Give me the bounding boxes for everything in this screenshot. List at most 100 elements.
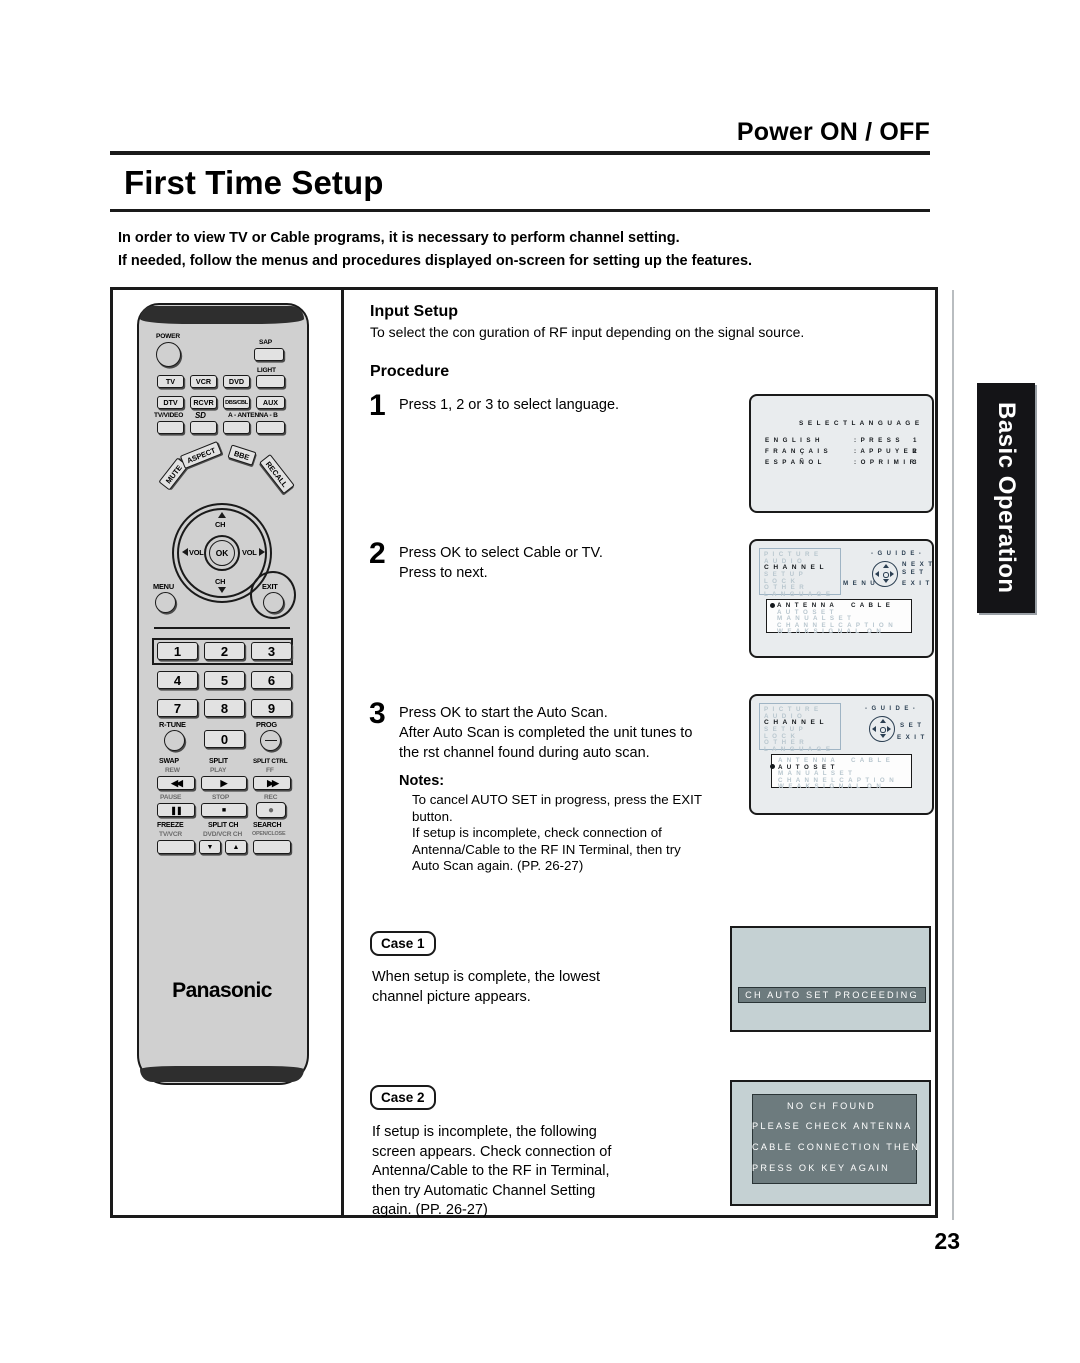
search-open-close-button[interactable] [253, 840, 291, 854]
remote-top-cap [140, 306, 304, 324]
osd3-selection-dot [770, 764, 775, 769]
rec-button[interactable]: ● [256, 802, 286, 818]
ch-up-arrow-icon[interactable] [218, 512, 226, 518]
number-7-button[interactable]: 7 [157, 699, 198, 717]
ff-button[interactable]: ▶▶ [253, 776, 291, 790]
tv-button[interactable]: TV [157, 375, 184, 388]
tv-video-button[interactable] [157, 421, 184, 434]
aux-button[interactable]: AUX [256, 396, 285, 409]
dvd-vcr-ch-label: DVD/VCR CH [203, 831, 243, 838]
case-1-status-bar: CH AUTO SET PROCEEDING [738, 987, 926, 1003]
record-icon: ● [267, 804, 275, 816]
remote-bottom-cap [140, 1066, 304, 1082]
step-3-body: Press OK to start the Auto Scan. After A… [399, 700, 702, 875]
number-1-button[interactable]: 1 [157, 642, 198, 660]
ch-down-arrow-icon[interactable] [218, 587, 226, 593]
sap-button[interactable] [254, 348, 284, 361]
note-2-line-3: Auto Scan again. (PP. 26-27) [412, 858, 584, 873]
side-tab-basic-operation: Basic Operation [977, 383, 1035, 613]
osd-menu-channel: C H A N N E L [764, 564, 825, 571]
step-2-number: 2 [369, 537, 386, 570]
osd-lang-francais: F R A N Ç A I S [765, 448, 830, 455]
osd-guide-label: - G U I D E - [871, 551, 923, 557]
number-0-button[interactable]: 0 [204, 730, 245, 748]
freeze-tv-vcr-button[interactable] [157, 840, 195, 854]
osd-action-english: : P R E S S [854, 437, 901, 444]
rewind-icon: ◀◀ [171, 777, 183, 788]
recall-button[interactable]: RECALL [259, 453, 295, 495]
step-1-line-1: Press 1, 2 or 3 to select language. [399, 397, 620, 413]
vcr-button[interactable]: VCR [190, 375, 217, 388]
bbe-button[interactable]: BBE [227, 444, 257, 466]
prog-button[interactable] [260, 730, 281, 751]
split-ch-up-button[interactable]: ▲ [225, 840, 247, 854]
tv-vcr-label: TV/VCR [159, 831, 182, 838]
case-2-msg-line-3: CABLE CONNECTION THEN [752, 1142, 921, 1152]
number-4-button[interactable]: 4 [157, 671, 198, 689]
case-2-message-panel: NO CH FOUND PLEASE CHECK ANTENNA CABLE C… [752, 1094, 921, 1184]
vol-right-arrow-icon[interactable] [259, 548, 265, 556]
osd3-sub-antenna-value: C A B L E [851, 757, 892, 764]
dbs-cbl-button[interactable]: DBS/CBL [223, 396, 250, 409]
osd-sub-antenna-value: C A B L E [851, 602, 892, 609]
guide3-up-arrow-icon [880, 718, 886, 723]
header-rule-bottom [110, 209, 930, 212]
page-title: First Time Setup [124, 164, 384, 201]
case-2-msg-line-1: NO CH FOUND [787, 1101, 877, 1111]
intro-block: In order to view TV or Cable programs, i… [110, 228, 940, 274]
osd3-guide-exit: E X I T [897, 734, 926, 741]
number-2-button[interactable]: 2 [204, 642, 245, 660]
light-button[interactable] [256, 375, 285, 388]
split-ch-down-button[interactable]: ▼ [199, 840, 221, 854]
play-button[interactable]: ▶ [201, 776, 247, 790]
intro-line-1: In order to view TV or Cable programs, i… [118, 230, 680, 246]
aspect-button[interactable]: ASPECT [179, 441, 223, 469]
antenna-ab-label: A - ANTENNA - B [228, 412, 278, 419]
procedure-heading: Procedure [370, 363, 450, 380]
menu-button[interactable] [155, 592, 176, 613]
stop-button[interactable]: ■ [201, 803, 247, 817]
antenna-b-button[interactable] [256, 421, 285, 434]
case-2-line-3: Antenna/Cable to the RF in Terminal, [372, 1163, 610, 1179]
r-tune-button[interactable] [164, 730, 185, 751]
osd-num-english: 1 [913, 437, 918, 444]
case-2-line-4: then try Automatic Channel Setting [372, 1182, 596, 1199]
sd-card-icon: SD [195, 411, 206, 420]
pause-button[interactable]: ❚❚ [157, 803, 195, 817]
power-button[interactable] [156, 342, 181, 367]
ch-up-label: CH [215, 520, 226, 529]
vol-left-arrow-icon[interactable] [182, 548, 188, 556]
guide-right-arrow-icon [890, 571, 894, 577]
antenna-a-button[interactable] [223, 421, 250, 434]
sap-label: SAP [259, 339, 272, 346]
osd-guide-exit: E X I T [902, 580, 931, 587]
number-8-button[interactable]: 8 [204, 699, 245, 717]
minus-icon [264, 739, 277, 742]
rew-button[interactable]: ◀◀ [157, 776, 195, 790]
osd-num-espanol: 3 [913, 459, 918, 466]
rcvr-button[interactable]: RCVR [190, 396, 217, 409]
pause-label: PAUSE [160, 794, 182, 801]
step-2-line-1: Press OK to select Cable or TV. [399, 545, 603, 561]
case-2-screen: NO CH FOUND PLEASE CHECK ANTENNA CABLE C… [730, 1080, 931, 1206]
play-label: PLAY [210, 767, 227, 774]
sd-card-button[interactable] [190, 421, 217, 434]
case-1-screen: CH AUTO SET PROCEEDING [730, 926, 931, 1032]
dtv-button[interactable]: DTV [157, 396, 184, 409]
step-2-line-2: Press to next. [399, 565, 488, 581]
input-setup-block: Input Setup To select the con guration o… [370, 303, 910, 341]
step-1-body: Press 1, 2 or 3 to select language. [399, 392, 619, 420]
ok-button-inner-ring [209, 540, 235, 566]
dvd-button[interactable]: DVD [223, 375, 250, 388]
osd-selection-dot [770, 602, 775, 608]
number-9-button[interactable]: 9 [251, 699, 292, 717]
number-6-button[interactable]: 6 [251, 671, 292, 689]
procedure-column: Input Setup To select the con guration o… [357, 290, 935, 1218]
step-3-line-2: After Auto Scan is completed the unit tu… [399, 725, 693, 741]
split-label: SPLIT [209, 758, 228, 765]
freeze-label: FREEZE [157, 822, 184, 829]
intro-line-2: If needed, follow the menus and procedur… [118, 253, 753, 269]
menu-label: MENU [153, 582, 174, 591]
number-5-button[interactable]: 5 [204, 671, 245, 689]
number-3-button[interactable]: 3 [251, 642, 292, 660]
